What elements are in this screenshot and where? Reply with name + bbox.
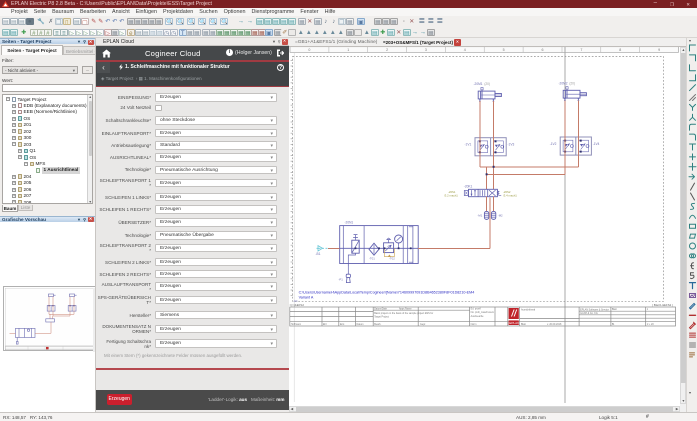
svg-text:-M1: -M1: [478, 214, 483, 218]
svg-text:Ausrichtlineal: Ausrichtlineal: [521, 308, 536, 311]
svg-text:Bl.: Bl.: [612, 323, 615, 326]
svg-text:Blatt: Blatt: [612, 308, 617, 311]
svg-text:Variant A: Variant A: [299, 295, 314, 299]
svg-text:Norm: Norm: [471, 323, 477, 326]
svg-text:8: 8: [619, 48, 621, 52]
svg-text:Target Project: Target Project: [374, 315, 389, 318]
svg-text:5: 5: [503, 48, 505, 52]
svg-text:-B1: -B1: [316, 252, 321, 256]
svg-text:0: 0: [308, 48, 310, 52]
svg-text:-M2: -M2: [498, 214, 503, 218]
svg-text:EPLAN: EPLAN: [509, 321, 519, 325]
svg-text:Basic project on the basis of: Basic project on the basis of the sample…: [374, 312, 433, 315]
svg-text:Appr./Name: Appr./Name: [399, 307, 412, 310]
svg-text:Hoffmann: Hoffmann: [291, 323, 302, 326]
svg-text:Datum: Datum: [357, 323, 364, 326]
svg-text:Ehl: Ehl: [323, 323, 327, 326]
svg-text:v. 20.09.2018: v. 20.09.2018: [547, 323, 562, 326]
svg-text:-1V2: -1V2: [550, 142, 557, 146]
svg-text:-T02: -T02: [389, 257, 395, 261]
svg-text:6: 6: [542, 48, 544, 52]
svg-text:-1V1: -1V1: [465, 143, 472, 147]
svg-text:-T01: -T01: [369, 257, 375, 261]
svg-text:No. profi_maschunem: No. profi_maschunem: [471, 311, 494, 314]
svg-text:-20M2 (20): -20M2 (20): [559, 82, 575, 86]
svg-text:Ed. proefi: Ed. proefi: [471, 307, 482, 310]
svg-text:4: 4: [464, 48, 466, 52]
svg-text:EPLAN Software & Service: EPLAN Software & Service: [580, 308, 610, 311]
svg-text:Erst: Erst: [340, 323, 345, 326]
svg-text:-20N1: -20N1: [345, 220, 354, 224]
svg-text:9: 9: [658, 48, 660, 52]
svg-text:1: 1: [347, 48, 349, 52]
svg-text:GmbH & Co. KG: GmbH & Co. KG: [580, 312, 598, 315]
svg-text:Gepr.: Gepr.: [420, 323, 426, 326]
svg-text:3: 3: [425, 48, 427, 52]
svg-text:Datum/Date: Datum/Date: [374, 307, 387, 310]
svg-text:Bearb.: Bearb.: [374, 323, 381, 326]
svg-text:C:\Users\UsernameH\AppData\Loc: C:\Users\UsernameH\AppData\Local\Temp\Co…: [299, 291, 475, 295]
svg-text:Blatt: Blatt: [521, 323, 526, 326]
svg-text:-P1: -P1: [339, 277, 344, 281]
svg-text:/3.2 mach1: /3.2 mach1: [444, 194, 458, 198]
svg-text:Ausrtsearbe: Ausrtsearbe: [471, 315, 485, 318]
svg-text:7: 7: [580, 48, 582, 52]
svg-text:=(=)&EFS2: =(=)&EFS2: [290, 303, 305, 307]
svg-text:/3.4 mach1: /3.4 mach1: [503, 194, 517, 198]
svg-text:-1V4: -1V4: [593, 142, 600, 146]
svg-text:( Blat:0-&EFS2 ): ( Blat:0-&EFS2 ): [652, 303, 673, 307]
svg-text:-20M1 (20): -20M1 (20): [474, 82, 490, 86]
svg-text:-20K1: -20K1: [464, 185, 473, 189]
svg-text:-1V3: -1V3: [508, 143, 515, 147]
svg-text:1 v. 20: 1 v. 20: [647, 323, 655, 326]
svg-text:2: 2: [386, 48, 388, 52]
